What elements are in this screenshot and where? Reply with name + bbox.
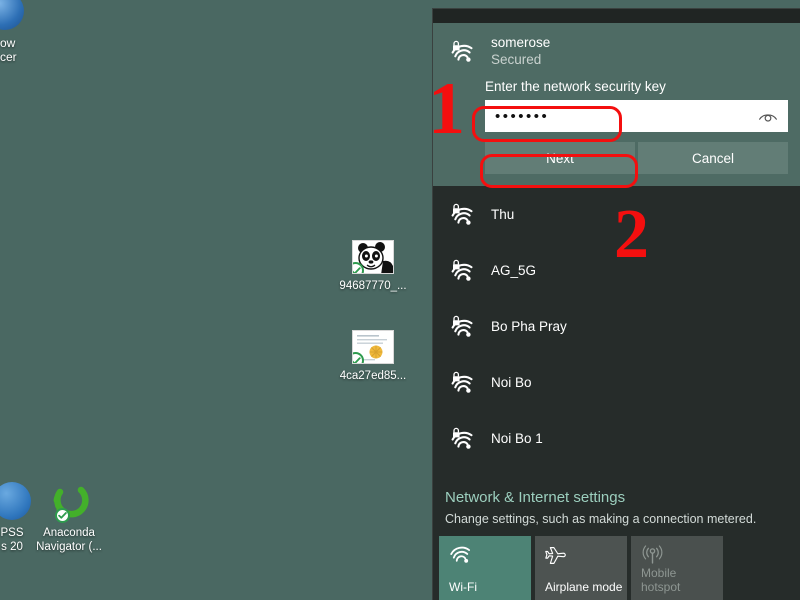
eye-icon[interactable] [756,105,780,127]
network-list: Thu AG_5G Bo Pha Pray Noi Bo Noi Bo 1 [433,186,800,466]
wifi-flyout-panel: somerose Secured Enter the network secur… [432,8,800,600]
anaconda-navigator-icon [47,482,91,523]
anaconda-label-line1: Anaconda [43,527,95,539]
network-ssid: Thu [491,206,515,222]
network-ssid: Bo Pha Pray [491,318,567,334]
wifi-lock-icon [443,314,481,338]
tile-label: Airplane mode [545,580,623,594]
dialog-button-row: Next Cancel [485,142,788,174]
password-field-wrapper [485,100,788,132]
tile-mobile-hotspot[interactable]: Mobile hotspot [631,536,723,600]
tile-airplane-mode[interactable]: Airplane mode [535,536,627,600]
network-list-item[interactable]: Noi Bo [433,354,800,410]
network-list-item[interactable]: AG_5G [433,242,800,298]
security-key-label: Enter the network security key [485,79,666,94]
blue-globe-icon[interactable] [0,0,24,30]
network-security-key-input[interactable] [485,100,788,132]
cut-icon-label-line2: cer [0,50,17,64]
tile-label: Wi-Fi [449,580,477,594]
wifi-lock-icon [443,202,481,226]
wifi-lock-icon [443,39,481,63]
desktop-icon-label: 4ca27ed85... [339,370,407,382]
desktop-icon-anaconda-navigator[interactable]: Anaconda Navigator (... [24,482,114,554]
wifi-lock-icon [443,370,481,394]
panel-top-strip [433,9,800,23]
wifi-icon [449,545,531,571]
selected-network-status: Secured [491,51,542,67]
network-internet-settings-link[interactable]: Network & Internet settings [445,487,800,509]
file-thumbnail [352,240,394,274]
desktop-icon-94687770[interactable]: 94687770_... [330,240,416,293]
check-icon [353,356,361,363]
cancel-button[interactable]: Cancel [638,142,788,174]
network-internet-settings-block: Network & Internet settings Change setti… [433,487,800,528]
desktop-icon-4ca27ed85[interactable]: 4ca27ed85... [330,330,416,383]
tile-label: Mobile hotspot [641,566,681,594]
selected-network-block: somerose Secured Enter the network secur… [433,23,800,186]
network-list-item[interactable]: Thu [433,186,800,242]
network-list-item[interactable]: Bo Pha Pray [433,298,800,354]
check-icon [58,512,67,519]
selected-network-row[interactable]: somerose Secured [433,23,800,79]
cut-icon-label-line1: ow [0,36,16,50]
desktop: ow cer 94687770_... 4ca27ed85... PSS s 2… [0,0,800,600]
selected-network-ssid: somerose [491,34,551,50]
network-internet-settings-subtitle: Change settings, such as making a connec… [445,512,757,526]
airplane-icon [545,545,627,571]
check-icon [353,266,361,273]
network-ssid: Noi Bo 1 [491,430,543,446]
network-ssid: Noi Bo [491,374,532,390]
quick-action-tiles: Wi-Fi Airplane mode Mobile hotspot [439,536,723,600]
desktop-icon-label: 94687770_... [339,280,407,292]
onedrive-sync-badge [55,508,70,523]
tile-wifi[interactable]: Wi-Fi [439,536,531,600]
file-thumbnail [352,330,394,364]
wifi-lock-icon [443,426,481,450]
network-list-item[interactable]: Noi Bo 1 [433,410,800,466]
next-button[interactable]: Next [485,142,635,174]
anaconda-label-line2: Navigator (... [36,541,102,553]
wifi-lock-icon [443,258,481,282]
network-ssid: AG_5G [491,262,537,278]
